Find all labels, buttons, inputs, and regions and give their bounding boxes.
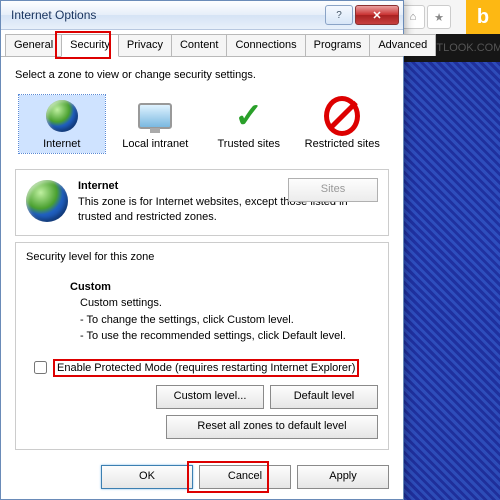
zone-label: Restricted sites [305, 138, 380, 150]
default-level-button[interactable]: Default level [270, 385, 378, 409]
protected-mode-label: Enable Protected Mode (requires restarti… [53, 359, 359, 377]
ok-button[interactable]: OK [101, 465, 193, 489]
level-sub2: - To use the recommended settings, click… [70, 328, 378, 345]
close-button[interactable]: ✕ [355, 5, 399, 25]
cancel-button[interactable]: Cancel [199, 465, 291, 489]
titlebar[interactable]: Internet Options ? ✕ [1, 1, 403, 30]
internet-options-dialog: Internet Options ? ✕ General Security Pr… [0, 0, 404, 500]
zone-trusted-sites[interactable]: ✓ Trusted sites [206, 95, 292, 153]
protected-mode-row[interactable]: Enable Protected Mode (requires restarti… [34, 359, 378, 377]
browser-toolbar: ⌂ ★ b [395, 0, 500, 35]
level-sub1: - To change the settings, click Custom l… [70, 312, 378, 329]
tab-programs[interactable]: Programs [305, 34, 371, 56]
security-level-group: Security level for this zone Custom Cust… [15, 242, 389, 450]
custom-level-button[interactable]: Custom level... [156, 385, 264, 409]
tab-strip: General Security Privacy Content Connect… [1, 30, 403, 57]
tab-advanced[interactable]: Advanced [369, 34, 436, 56]
monitor-icon [137, 98, 173, 134]
zone-desc-title: Internet [78, 180, 118, 192]
help-button[interactable]: ? [325, 5, 353, 25]
security-level-header: Security level for this zone [26, 251, 378, 263]
zone-label: Local intranet [122, 138, 188, 150]
forbidden-icon [324, 98, 360, 134]
reset-zones-button[interactable]: Reset all zones to default level [166, 415, 378, 439]
level-sub0: Custom settings. [70, 295, 378, 312]
protected-mode-checkbox[interactable] [34, 361, 47, 374]
dialog-title: Internet Options [5, 8, 323, 22]
apply-button[interactable]: Apply [297, 465, 389, 489]
favorite-icon[interactable]: ★ [427, 5, 451, 29]
globe-icon [44, 98, 80, 134]
zone-label: Trusted sites [217, 138, 280, 150]
zone-local-intranet[interactable]: Local intranet [112, 95, 198, 153]
zone-description-group: Internet This zone is for Internet websi… [15, 169, 389, 236]
tab-content[interactable]: Content [171, 34, 228, 56]
tab-content: Select a zone to view or change security… [1, 57, 403, 458]
bing-logo-icon[interactable]: b [466, 0, 500, 34]
home-icon[interactable]: ⌂ [401, 5, 425, 29]
level-name: Custom [70, 281, 111, 293]
zone-restricted-sites[interactable]: Restricted sites [299, 95, 385, 153]
tab-privacy[interactable]: Privacy [118, 34, 172, 56]
tab-general[interactable]: General [5, 34, 62, 56]
dialog-button-row: OK Cancel Apply [101, 465, 389, 489]
zone-label: Internet [43, 138, 80, 150]
zone-internet[interactable]: Internet [19, 95, 105, 153]
tab-connections[interactable]: Connections [226, 34, 305, 56]
sites-button: Sites [288, 178, 378, 202]
tab-security[interactable]: Security [61, 34, 119, 57]
globe-icon [26, 180, 68, 222]
zone-list: Internet Local intranet ✓ Trusted sites … [15, 91, 389, 163]
zone-instruction: Select a zone to view or change security… [15, 69, 389, 81]
check-icon: ✓ [231, 98, 267, 134]
